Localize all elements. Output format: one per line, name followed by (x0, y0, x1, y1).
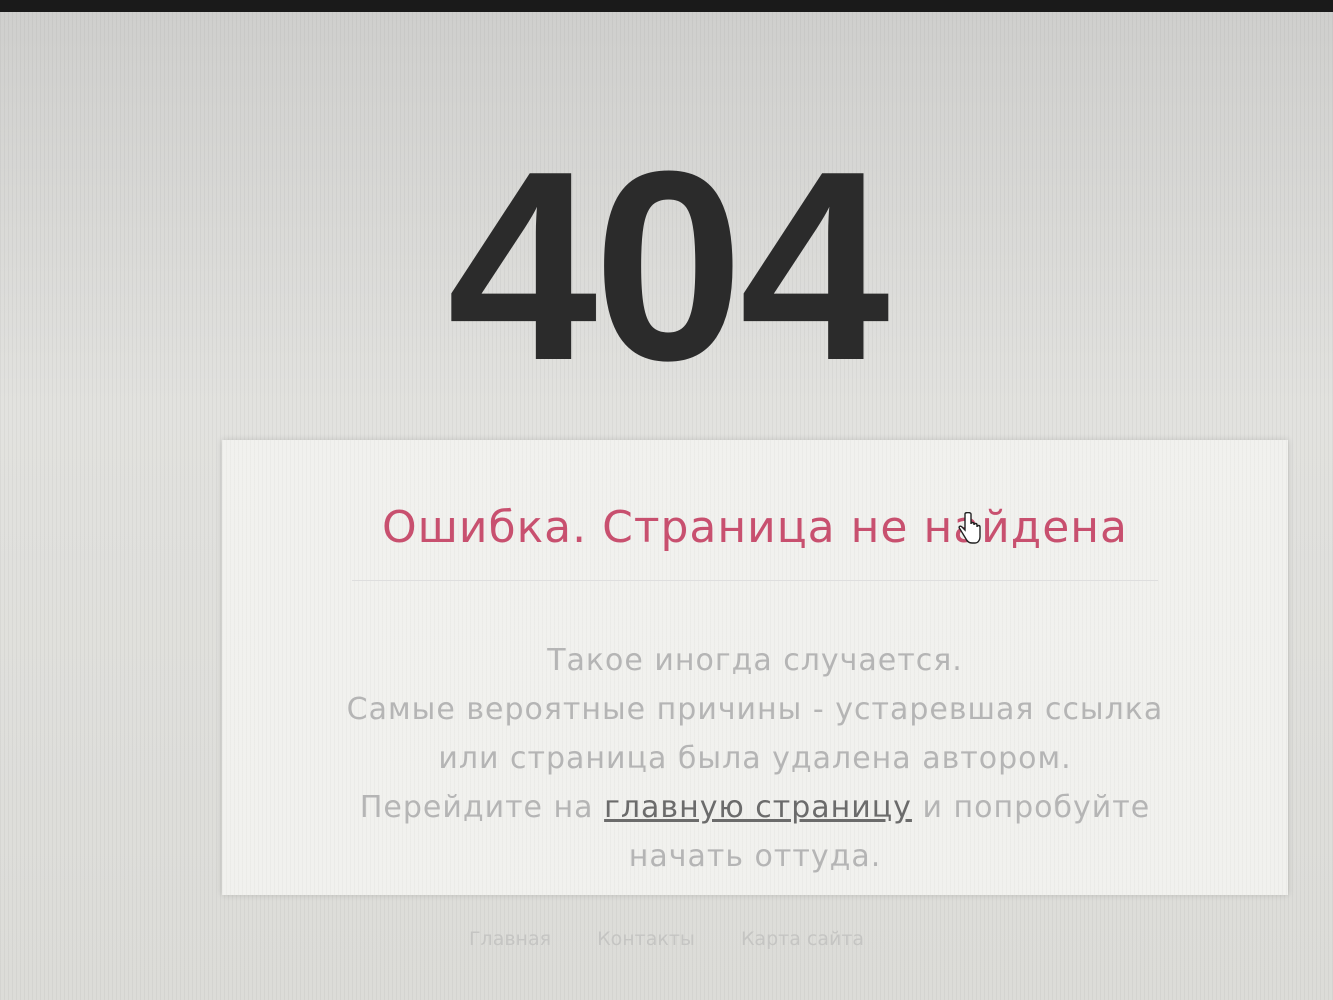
message-line-4-after: и попробуйте (911, 790, 1151, 825)
message-line-3: или страница была удалена автором. (438, 741, 1072, 776)
error-card: Ошибка. Страница не найдена Такое иногда… (222, 440, 1288, 895)
message-line-2: Самые вероятные причины - устаревшая ссы… (346, 692, 1164, 727)
home-page-link[interactable]: главную страницу (604, 790, 912, 825)
message-line-4: Перейдите на главную страницу и попробуй… (222, 783, 1288, 832)
footer-nav: Главная Контакты Карта сайта (0, 928, 1333, 950)
footer-link-contacts[interactable]: Контакты (597, 928, 695, 950)
screen: 404 Ошибка. Страница не найдена Такое ин… (0, 12, 1333, 1000)
footer-link-home[interactable]: Главная (469, 928, 551, 950)
error-code: 404 (447, 116, 889, 417)
hand-pointer-icon (958, 512, 981, 544)
footer-link-sitemap[interactable]: Карта сайта (741, 928, 864, 950)
message-line-4-before: Перейдите на (359, 790, 605, 825)
message-line-5: начать оттуда. (628, 839, 882, 874)
divider (352, 580, 1158, 581)
error-message: Такое иногда случается. Самые вероятные … (222, 636, 1288, 881)
error-title: Ошибка. Страница не найдена (381, 502, 1129, 553)
message-line-1: Такое иногда случается. (547, 643, 963, 678)
